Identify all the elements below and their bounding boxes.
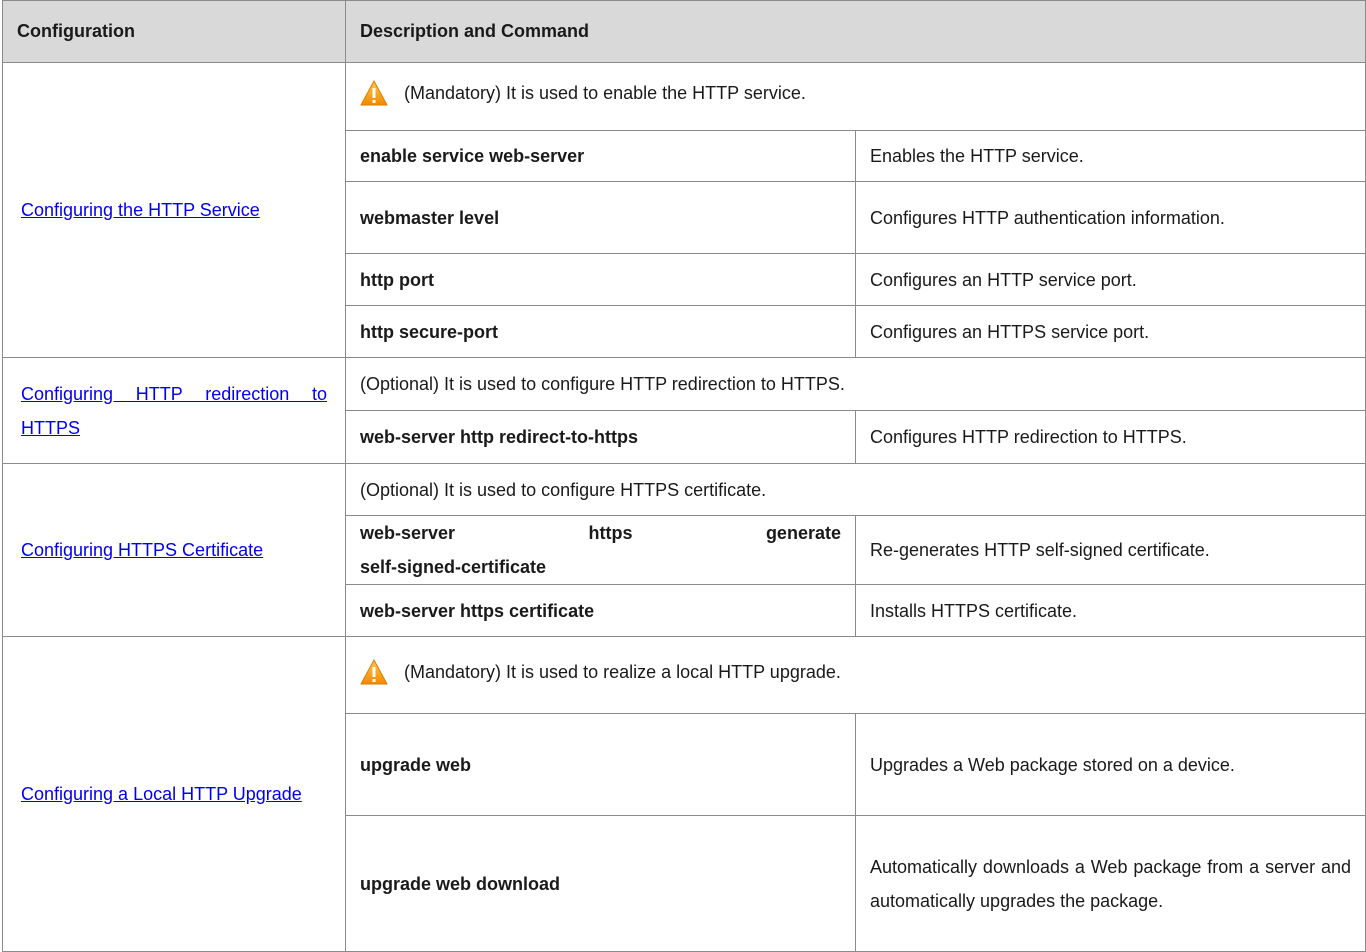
header-configuration: Configuration xyxy=(2,0,346,63)
description-cell: Configures an HTTP service port. xyxy=(855,253,1366,306)
description-cell: Configures HTTP redirection to HTTPS. xyxy=(855,410,1366,464)
description-cell: Automatically downloads a Web package fr… xyxy=(855,815,1366,952)
section-2-note-row: Configuring HTTP redirection to HTTPS (O… xyxy=(2,357,1366,464)
command-word: https xyxy=(588,523,633,543)
link-configuring-http-service[interactable]: Configuring the HTTP Service xyxy=(21,200,260,220)
description-cell: Re-generates HTTP self-signed certificat… xyxy=(855,515,1366,585)
section-4-config-cell: Configuring a Local HTTP Upgrade xyxy=(2,636,346,952)
description-cell: Configures an HTTPS service port. xyxy=(855,305,1366,358)
link-configuring-https-certificate[interactable]: Configuring HTTPS Certificate xyxy=(21,540,263,560)
command-cell: web-server https generate self-signed-ce… xyxy=(345,515,856,585)
section-2-config-cell: Configuring HTTP redirection to HTTPS xyxy=(2,357,346,464)
description-cell: Installs HTTPS certificate. xyxy=(855,584,1366,637)
command-cell: http port xyxy=(345,253,856,306)
command-word: generate xyxy=(765,523,841,543)
command-cell: webmaster level xyxy=(345,181,856,254)
command-cell: web-server https certificate xyxy=(345,584,856,637)
section-3-config-cell: Configuring HTTPS Certificate xyxy=(2,463,346,637)
command-line-2: self-signed-certificate xyxy=(360,557,547,577)
description-cell: Upgrades a Web package stored on a devic… xyxy=(855,713,1366,816)
section-2-note: (Optional) It is used to configure HTTP … xyxy=(345,357,1366,411)
section-1-note: (Mandatory) It is used to enable the HTT… xyxy=(345,62,1366,131)
command-line-1: web-server https generate xyxy=(360,516,841,550)
command-cell: web-server http redirect-to-https xyxy=(345,410,856,464)
link-configuring-http-redirection[interactable]: Configuring HTTP redirection to HTTPS xyxy=(21,384,327,438)
warning-triangle-icon xyxy=(360,658,388,684)
description-cell: Configures HTTP authentication informati… xyxy=(855,181,1366,254)
command-cell: upgrade web xyxy=(345,713,856,816)
warning-triangle-icon xyxy=(360,80,388,106)
link-configuring-local-http-upgrade[interactable]: Configuring a Local HTTP Upgrade xyxy=(21,784,302,804)
configuration-table: Configuration Description and Command Co… xyxy=(2,0,1366,952)
table-header-row: Configuration Description and Command xyxy=(2,0,1366,63)
section-1-note-text: (Mandatory) It is used to enable the HTT… xyxy=(404,83,806,103)
section-4-note: (Mandatory) It is used to realize a loca… xyxy=(345,636,1366,714)
section-3-note-row: Configuring HTTPS Certificate (Optional)… xyxy=(2,463,1366,637)
section-4-note-text: (Mandatory) It is used to realize a loca… xyxy=(404,661,841,682)
section-4-note-row: Configuring a Local HTTP Upgrade (Mandat… xyxy=(2,636,1366,952)
header-description-command: Description and Command xyxy=(345,0,1366,63)
command-word: web-server xyxy=(360,523,456,543)
command-cell: upgrade web download xyxy=(345,815,856,952)
section-1-note-row: Configuring the HTTP Service (Mandatory)… xyxy=(2,62,1366,358)
command-cell: http secure-port xyxy=(345,305,856,358)
command-cell: enable service web-server xyxy=(345,130,856,182)
section-1-config-cell: Configuring the HTTP Service xyxy=(2,62,346,358)
section-3-note: (Optional) It is used to configure HTTPS… xyxy=(345,463,1366,516)
description-cell: Enables the HTTP service. xyxy=(855,130,1366,182)
